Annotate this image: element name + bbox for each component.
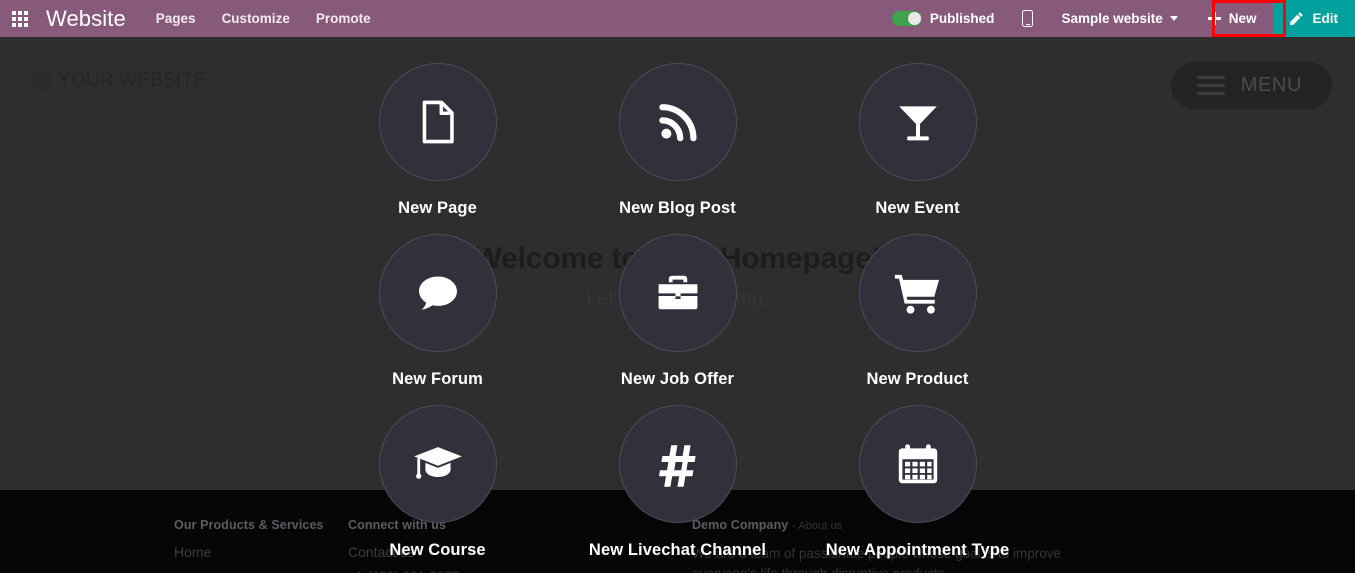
new-item-page[interactable]: New Page	[318, 63, 558, 234]
new-item-icon-circle	[378, 63, 497, 181]
new-item-icon-circle	[618, 405, 737, 523]
new-item-job-offer[interactable]: New Job Offer	[558, 234, 798, 405]
plus-icon	[1207, 12, 1221, 25]
website-logo[interactable]: YOUR WEBSITE	[31, 70, 206, 92]
new-item-appointment-type[interactable]: New Appointment Type	[798, 405, 1038, 573]
new-item-icon-circle	[858, 63, 977, 181]
new-item-icon-circle	[858, 405, 977, 523]
website-logo-text: YOUR WEBSITE	[58, 70, 207, 91]
publish-toggle[interactable]: Published	[878, 0, 1009, 37]
footer-link-home[interactable]: Home	[174, 544, 328, 560]
website-menu-button[interactable]: MENU	[1170, 62, 1332, 109]
nav-item-pages[interactable]: Pages	[156, 11, 196, 26]
new-item-event[interactable]: New Event	[798, 63, 1038, 234]
rss-icon	[658, 104, 696, 142]
edit-button-label: Edit	[1312, 11, 1339, 26]
app-root: Website Pages Customize Promote Publishe…	[0, 0, 1355, 573]
briefcase-icon	[658, 275, 697, 310]
new-item-label: New Course	[389, 541, 486, 559]
chevron-down-icon	[1169, 16, 1178, 21]
new-item-label: New Event	[875, 199, 960, 217]
new-item-icon-circle	[378, 405, 497, 523]
new-item-blog-post[interactable]: New Blog Post	[558, 63, 798, 234]
navbar-right-group: Published Sample website New Edit	[878, 0, 1355, 37]
apps-menu-button[interactable]	[0, 0, 40, 37]
hamburger-icon	[1196, 76, 1225, 95]
globe-icon	[31, 70, 53, 92]
new-button-label: New	[1228, 11, 1257, 26]
publish-switch-icon	[891, 11, 922, 26]
calendar-icon	[898, 444, 937, 484]
nav-item-customize[interactable]: Customize	[222, 11, 290, 26]
new-item-label: New Appointment Type	[825, 541, 1010, 559]
footer-column-products: Our Products & Services Home	[0, 518, 348, 573]
site-selector-dropdown[interactable]: Sample website	[1047, 0, 1191, 37]
new-item-label: New Job Offer	[620, 370, 735, 388]
new-item-icon-circle	[858, 234, 977, 352]
publish-label: Published	[929, 11, 995, 26]
footer-heading-products: Our Products & Services	[174, 518, 324, 532]
new-item-forum[interactable]: New Forum	[318, 234, 558, 405]
comment-bubble-icon	[418, 276, 457, 310]
new-item-label: New Product	[866, 370, 969, 388]
new-item-icon-circle	[378, 234, 497, 352]
new-item-label: New Blog Post	[619, 199, 736, 217]
new-item-label: New Page	[398, 199, 477, 217]
navbar-menu: Pages Customize Promote	[156, 11, 371, 26]
cocktail-glass-icon	[898, 106, 937, 141]
website-menu-label: MENU	[1240, 74, 1302, 96]
pencil-icon	[1289, 12, 1303, 26]
new-item-label: New Livechat Channel	[588, 541, 767, 559]
edit-button[interactable]: Edit	[1272, 0, 1355, 37]
app-brand-title: Website	[46, 5, 126, 31]
apps-grid-icon	[12, 10, 28, 27]
new-item-livechat-channel[interactable]: New Livechat Channel	[558, 405, 798, 573]
new-item-product[interactable]: New Product	[798, 234, 1038, 405]
graduation-cap-icon	[413, 447, 462, 479]
mobile-preview-icon	[1022, 10, 1034, 27]
document-icon	[422, 100, 454, 144]
new-item-icon-circle	[618, 63, 737, 181]
mobile-preview-button[interactable]	[1008, 0, 1047, 37]
new-item-icon-circle	[618, 234, 737, 352]
new-button[interactable]: New	[1192, 0, 1273, 37]
shopping-cart-icon	[894, 274, 939, 314]
new-item-label: New Forum	[392, 370, 483, 388]
top-navbar: Website Pages Customize Promote Publishe…	[0, 0, 1355, 37]
new-item-course[interactable]: New Course	[318, 405, 558, 573]
hashtag-icon	[658, 445, 696, 487]
site-selector-label: Sample website	[1061, 11, 1163, 26]
nav-item-promote[interactable]: Promote	[316, 11, 371, 26]
